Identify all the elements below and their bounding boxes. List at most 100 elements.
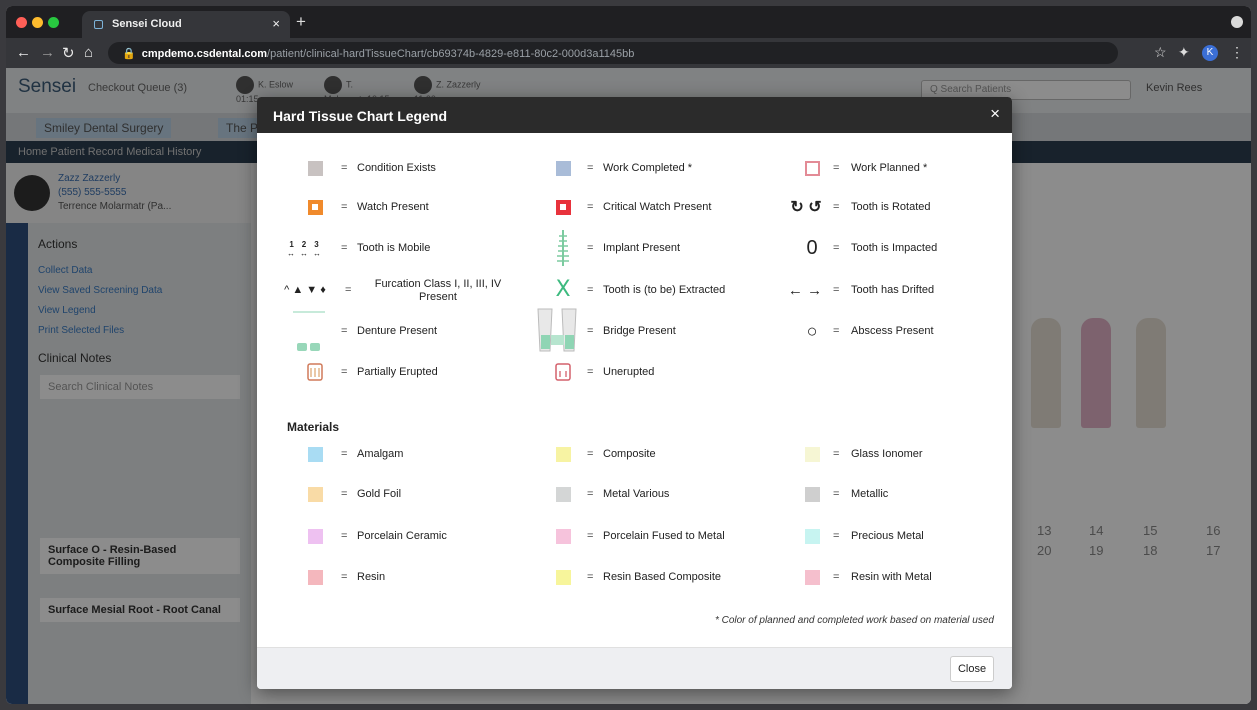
browser-menu-dot-icon[interactable] bbox=[1231, 16, 1243, 28]
material-label: Gold Foil bbox=[357, 488, 402, 500]
url-path: /patient/clinical-hardTissueChart/cb6937… bbox=[267, 48, 635, 60]
material-label: Metallic bbox=[851, 488, 889, 500]
equals: = bbox=[833, 571, 840, 583]
browser-titlebar: Sensei Cloud × + bbox=[6, 6, 1251, 38]
rotate-arrows-icon: ↻ ↺ bbox=[790, 199, 822, 216]
work-planned-icon bbox=[794, 152, 830, 184]
material-swatch bbox=[545, 438, 581, 470]
drift-arrows-icon: ← → bbox=[787, 281, 823, 299]
checkout-queue-link[interactable]: Checkout Queue (3) bbox=[88, 82, 187, 94]
equals: = bbox=[587, 284, 594, 296]
clinical-note[interactable]: Surface Mesial Root - Root Canal bbox=[40, 598, 240, 622]
material-label: Resin with Metal bbox=[851, 571, 932, 583]
legend-label: Work Planned * bbox=[851, 162, 928, 174]
tooth-number: 14 bbox=[1089, 523, 1104, 538]
bookmark-star-icon[interactable]: ☆ bbox=[1154, 44, 1167, 61]
equals: = bbox=[833, 284, 840, 296]
close-button[interactable]: Close bbox=[950, 656, 994, 682]
equals: = bbox=[833, 162, 840, 174]
implant-icon bbox=[545, 226, 581, 270]
home-icon[interactable]: ⌂ bbox=[84, 44, 93, 61]
equals: = bbox=[341, 162, 348, 174]
sidebar-strip bbox=[6, 223, 28, 704]
maximize-window-dot[interactable] bbox=[48, 17, 59, 28]
equals: = bbox=[833, 488, 840, 500]
tooth[interactable] bbox=[1136, 318, 1166, 428]
material-label: Metal Various bbox=[603, 488, 670, 500]
equals: = bbox=[833, 201, 840, 213]
material-label: Porcelain Ceramic bbox=[357, 530, 447, 542]
equals: = bbox=[341, 325, 348, 337]
browser-menu-icon[interactable]: ⋮ bbox=[1230, 44, 1244, 61]
tooth-number: 16 bbox=[1206, 523, 1221, 538]
close-icon[interactable]: × bbox=[990, 104, 1000, 124]
tooth[interactable] bbox=[1031, 318, 1061, 428]
practice-tab[interactable]: Smiley Dental Surgery bbox=[36, 118, 172, 138]
equals: = bbox=[587, 448, 594, 460]
equals: = bbox=[587, 242, 594, 254]
materials-heading: Materials bbox=[287, 420, 340, 434]
legend-label: Critical Watch Present bbox=[603, 201, 712, 213]
tooth-number: 20 bbox=[1037, 543, 1052, 558]
legend-label: Bridge Present bbox=[603, 325, 676, 337]
action-link[interactable]: View Saved Screening Data bbox=[38, 285, 162, 296]
equals: = bbox=[341, 201, 348, 213]
action-link[interactable]: Collect Data bbox=[38, 265, 92, 276]
material-label: Precious Metal bbox=[851, 530, 924, 542]
material-label: Composite bbox=[603, 448, 656, 460]
patient-phone: (555) 555-5555 bbox=[58, 187, 127, 198]
legend-label: Tooth has Drifted bbox=[851, 284, 935, 296]
patient-card: Zazz Zazzerly (555) 555-5555 Terrence Mo… bbox=[6, 163, 251, 223]
action-link[interactable]: View Legend bbox=[38, 305, 96, 316]
equals: = bbox=[341, 530, 348, 542]
tooth-number: 19 bbox=[1089, 543, 1104, 558]
address-bar[interactable]: 🔒 cmpdemo.csdental.com/patient/clinical-h… bbox=[108, 42, 1118, 64]
extensions-puzzle-icon[interactable]: ✦ bbox=[1178, 44, 1190, 61]
material-swatch bbox=[545, 520, 581, 552]
user-menu[interactable]: Kevin Rees bbox=[1146, 82, 1202, 94]
partially-erupted-icon bbox=[297, 356, 333, 388]
equals: = bbox=[341, 571, 348, 583]
equals: = bbox=[341, 448, 348, 460]
minimize-window-dot[interactable] bbox=[32, 17, 43, 28]
material-label: Porcelain Fused to Metal bbox=[603, 530, 725, 542]
action-link[interactable]: Print Selected Files bbox=[38, 325, 124, 336]
new-tab-button[interactable]: + bbox=[296, 12, 306, 32]
equals: = bbox=[341, 366, 348, 378]
legend-label: Watch Present bbox=[357, 201, 429, 213]
denture-icon bbox=[287, 309, 331, 353]
critical-watch-icon bbox=[545, 191, 581, 223]
profile-avatar[interactable]: K bbox=[1202, 45, 1218, 61]
legend-label: Tooth is Impacted bbox=[851, 242, 938, 254]
modal-header: Hard Tissue Chart Legend × bbox=[257, 97, 1012, 133]
material-swatch bbox=[794, 438, 830, 470]
note-search-input[interactable]: Search Clinical Notes bbox=[40, 375, 240, 399]
app-logo[interactable]: Sensei bbox=[18, 76, 76, 98]
browser-toolbar: ← → ↻ ⌂ 🔒 cmpdemo.csdental.com/patient/cl… bbox=[6, 38, 1251, 68]
tab-close-icon[interactable]: × bbox=[272, 16, 280, 31]
legend-label: Condition Exists bbox=[357, 162, 436, 174]
unerupted-icon bbox=[545, 356, 581, 388]
tooth-number: 17 bbox=[1206, 543, 1221, 558]
tooth[interactable] bbox=[1081, 318, 1111, 428]
patient-avatar bbox=[14, 175, 50, 211]
close-window-dot[interactable] bbox=[16, 17, 27, 28]
equals: = bbox=[587, 530, 594, 542]
material-swatch bbox=[545, 561, 581, 593]
material-swatch bbox=[297, 561, 333, 593]
modal-footer: Close bbox=[257, 647, 1012, 689]
sidebar: Actions Collect Data View Saved Screenin… bbox=[6, 223, 251, 704]
back-arrow-icon[interactable]: ← bbox=[16, 44, 31, 61]
equals: = bbox=[587, 325, 594, 337]
material-label: Resin bbox=[357, 571, 386, 583]
forward-arrow-icon[interactable]: → bbox=[40, 44, 55, 61]
material-swatch bbox=[297, 520, 333, 552]
clinical-note[interactable]: Surface O - Resin-Based Composite Fillin… bbox=[40, 538, 240, 574]
browser-tab[interactable]: Sensei Cloud × bbox=[82, 11, 290, 38]
legend-modal: Hard Tissue Chart Legend × = Condition E… bbox=[257, 97, 1012, 689]
material-swatch bbox=[794, 478, 830, 510]
patient-name[interactable]: Zazz Zazzerly bbox=[58, 173, 120, 184]
legend-label: Implant Present bbox=[603, 242, 681, 254]
actions-heading: Actions bbox=[38, 237, 78, 251]
reload-icon[interactable]: ↻ bbox=[62, 44, 75, 62]
